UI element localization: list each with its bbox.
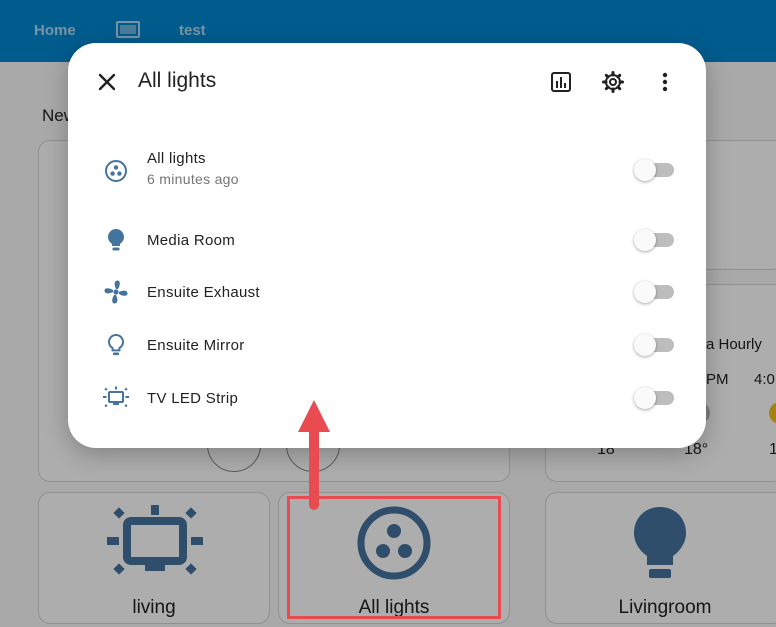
annotation-arrow-icon: [298, 400, 330, 510]
